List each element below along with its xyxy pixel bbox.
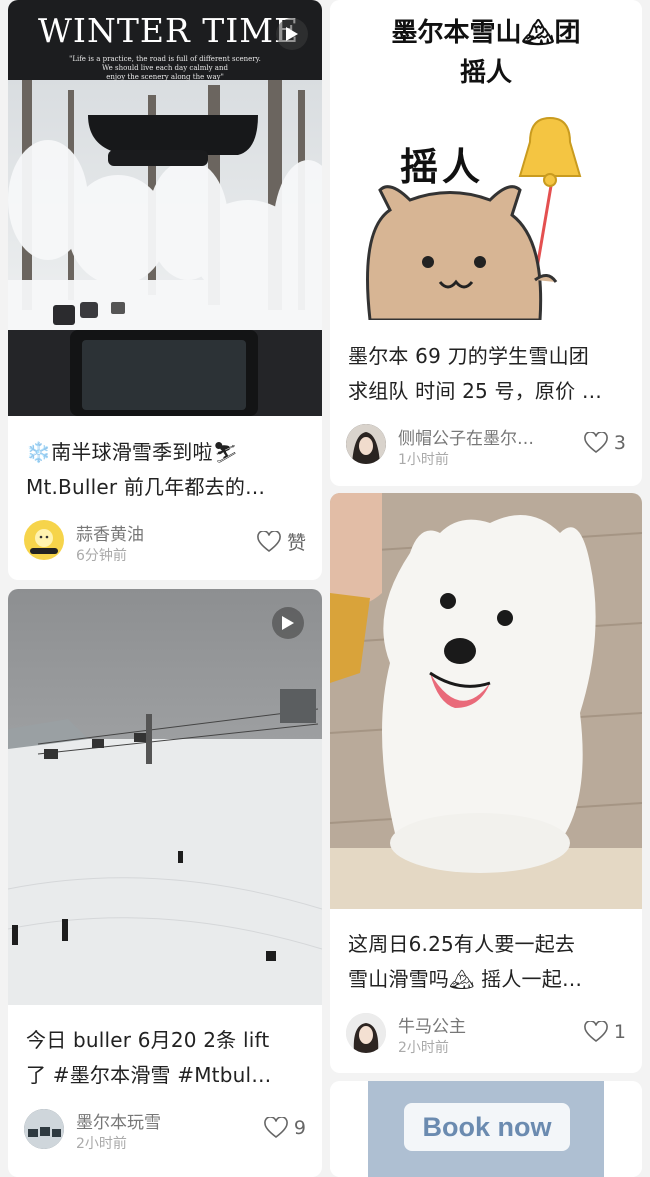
post-title-line2: 了 #墨尔本滑雪 #Mtbul… xyxy=(26,1063,272,1087)
play-icon[interactable] xyxy=(276,18,308,50)
author-name[interactable]: 蒜香黄油 xyxy=(76,520,144,545)
post-time: 1小时前 xyxy=(398,452,449,468)
post-title-line2: 雪山滑雪吗🏔 摇人一起… xyxy=(348,967,583,991)
svg-text:enjoy the scenery along the wa: enjoy the scenery along the way" xyxy=(106,73,224,81)
post-cover-image[interactable]: Book now xyxy=(330,1081,642,1177)
avatar[interactable] xyxy=(346,424,386,464)
post-cover-image[interactable] xyxy=(8,589,322,1005)
cover-title: WINTER TIME xyxy=(38,11,299,50)
like-count: 1 xyxy=(613,1021,626,1043)
play-icon[interactable] xyxy=(272,607,304,639)
svg-text:"Life is a practice, the road: "Life is a practice, the road is full of… xyxy=(69,55,261,63)
post-title-line1: 这周日6.25有人要一起去 xyxy=(348,932,576,956)
feed-card[interactable]: 今日 buller 6月20 2条 lift 了 #墨尔本滑雪 #Mtbul… … xyxy=(8,589,322,1177)
heart-icon xyxy=(264,1117,288,1139)
post-cover-image[interactable]: WINTER TIME "Life is a practice, the roa… xyxy=(8,0,322,416)
avatar[interactable] xyxy=(24,520,64,560)
avatar[interactable] xyxy=(24,1109,64,1149)
post-title-line1: 墨尔本 69 刀的学生雪山团 xyxy=(348,344,589,368)
heart-icon xyxy=(584,432,608,454)
author-name[interactable]: 墨尔本玩雪 xyxy=(76,1108,161,1133)
post-title-line1: 今日 buller 6月20 2条 lift xyxy=(26,1028,270,1052)
like-count: 赞 xyxy=(286,532,306,554)
post-time: 2小时前 xyxy=(398,1040,449,1056)
author-name[interactable]: 侧帽公子在墨尔… xyxy=(398,424,534,449)
post-cover-image[interactable]: 墨尔本雪山🏔团 摇人 摇人 xyxy=(330,0,642,320)
post-title-line1: ❄️南半球滑雪季到啦⛷ xyxy=(26,440,239,464)
avatar[interactable] xyxy=(346,1013,386,1053)
heart-icon xyxy=(584,1021,608,1043)
post-title-line2: 求组队 时间 25 号，原价 … xyxy=(348,379,603,403)
heart-icon xyxy=(257,530,281,552)
feed-card[interactable]: 墨尔本雪山🏔团 摇人 摇人 墨尔本 69 刀的学生雪山团 求组队 时间 25 号… xyxy=(330,0,642,486)
book-now-button[interactable]: Book now xyxy=(404,1103,570,1151)
like-button[interactable]: 3 xyxy=(584,432,626,454)
post-time: 6分钟前 xyxy=(76,548,127,564)
like-count: 3 xyxy=(613,432,626,454)
like-button[interactable]: 赞 xyxy=(257,528,306,555)
feed-card[interactable]: 这周日6.25有人要一起去 雪山滑雪吗🏔 摇人一起… 牛马公主 2小时前 1 xyxy=(330,493,642,1073)
like-button[interactable]: 9 xyxy=(264,1117,306,1139)
feed-card[interactable]: Book now xyxy=(330,1081,642,1177)
feed-card[interactable]: WINTER TIME "Life is a practice, the roa… xyxy=(8,0,322,580)
like-button[interactable]: 1 xyxy=(584,1021,626,1043)
svg-text:We should live each day calmly: We should live each day calmly and xyxy=(102,64,228,72)
post-title-line2: Mt.Buller 前几年都去的… xyxy=(26,475,266,499)
post-time: 2小时前 xyxy=(76,1136,127,1152)
post-cover-image[interactable] xyxy=(330,493,642,909)
like-count: 9 xyxy=(293,1117,306,1139)
author-name[interactable]: 牛马公主 xyxy=(398,1012,466,1037)
